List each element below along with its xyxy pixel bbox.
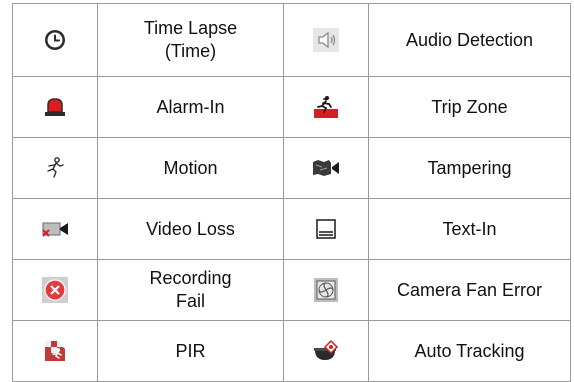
event-label: Text-In <box>442 218 497 239</box>
tampered-camera-icon <box>313 160 339 176</box>
icon-cell <box>283 259 369 321</box>
event-label-cell: Time Lapse (Time) <box>97 3 284 77</box>
icon-cell <box>283 198 369 260</box>
icon-cell <box>12 137 98 199</box>
event-label-cell: Audio Detection <box>368 3 571 77</box>
event-label-cell: Tampering <box>368 137 571 199</box>
event-label: Video Loss <box>146 218 235 239</box>
event-label: Recording Fail <box>149 268 232 311</box>
event-label-cell: Alarm-In <box>97 76 284 138</box>
icon-cell <box>12 3 98 77</box>
video-loss-camera-icon <box>42 222 68 237</box>
event-label: Alarm-In <box>156 96 225 117</box>
event-label-cell: Trip Zone <box>368 76 571 138</box>
table-row: Motion Tampering <box>12 137 571 199</box>
record-fail-icon <box>42 277 68 303</box>
event-label: Motion <box>163 157 218 178</box>
icon-cell <box>12 259 98 321</box>
icon-cell <box>283 320 369 382</box>
fan-icon <box>314 278 338 302</box>
speaker-icon <box>313 28 339 52</box>
running-person-icon <box>47 157 64 178</box>
icon-cell <box>283 3 369 77</box>
event-label: Camera Fan Error <box>396 279 543 300</box>
trip-zone-icon <box>314 96 338 118</box>
icon-cell <box>12 320 98 382</box>
alarm-light-icon <box>45 98 65 116</box>
table-row: Video Loss Text-In <box>12 198 571 260</box>
event-label-cell: Video Loss <box>97 198 284 260</box>
event-label: Time Lapse (Time) <box>143 18 238 61</box>
event-label-cell: Recording Fail <box>97 259 284 321</box>
table-row: Alarm-In Trip Zone <box>12 76 571 138</box>
pir-sensor-icon <box>45 341 65 361</box>
event-label: Audio Detection <box>405 29 534 50</box>
text-document-icon <box>316 219 336 239</box>
event-label-cell: Motion <box>97 137 284 199</box>
event-label-cell: Text-In <box>368 198 571 260</box>
event-label: Trip Zone <box>431 96 508 117</box>
icon-cell <box>12 76 98 138</box>
icon-cell <box>283 137 369 199</box>
ptz-dome-icon <box>314 340 339 360</box>
event-label-cell: Auto Tracking <box>368 320 571 382</box>
event-label: Auto Tracking <box>414 340 525 361</box>
event-label-cell: Camera Fan Error <box>368 259 571 321</box>
clock-icon <box>45 30 65 50</box>
table-row: PIR Auto Tracking <box>12 320 571 382</box>
event-icon-legend-table: Time Lapse (Time) Audio Detection Alarm-… <box>12 3 571 382</box>
table-row: Recording Fail Camera Fan Error <box>12 259 571 321</box>
table-row: Time Lapse (Time) Audio Detection <box>12 3 571 77</box>
icon-cell <box>12 198 98 260</box>
event-label: PIR <box>175 340 206 361</box>
event-label-cell: PIR <box>97 320 284 382</box>
event-label: Tampering <box>427 157 512 178</box>
icon-cell <box>283 76 369 138</box>
